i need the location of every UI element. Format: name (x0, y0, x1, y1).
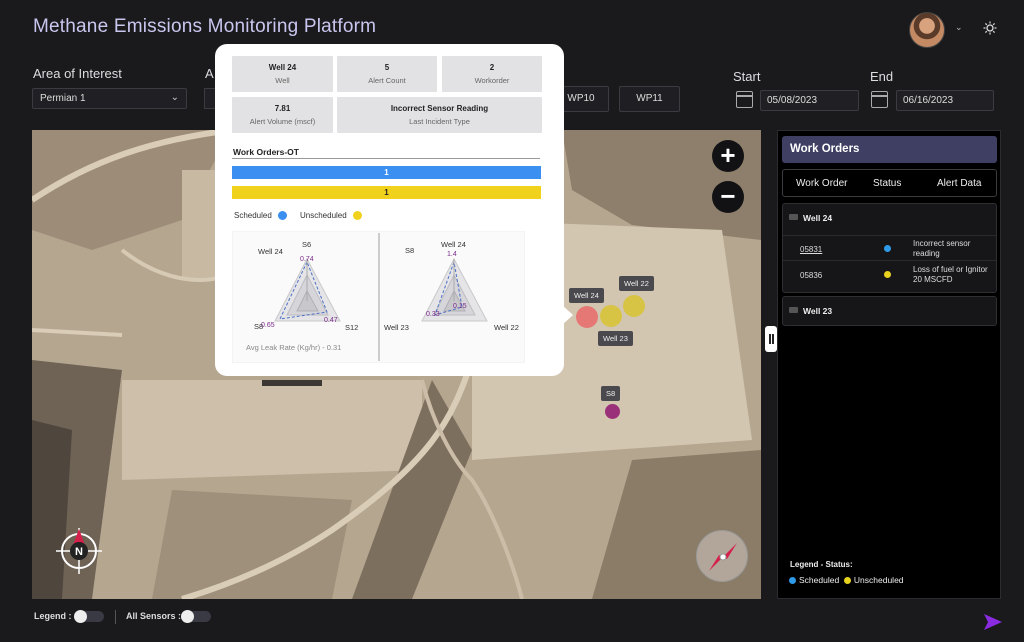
all-sensors-toggle[interactable] (181, 610, 211, 623)
expand-toggle-icon (789, 307, 798, 313)
compass-icon[interactable]: N (53, 525, 105, 577)
chevron-down-icon: ⌄ (170, 92, 179, 103)
unscheduled-dot-icon (843, 577, 851, 584)
panel-collapse-handle[interactable] (765, 326, 777, 352)
compass-letter: N (75, 546, 83, 558)
radar-right-value-well23: 0.33 (426, 311, 440, 318)
calendar-icon[interactable] (871, 91, 888, 108)
popup-pointer (562, 305, 573, 325)
scheduled-dot-icon (789, 577, 796, 584)
divider (232, 158, 540, 159)
table-row[interactable]: 05836 Loss of fuel or Ignitor 20 MSCFD (783, 262, 996, 288)
collapse-toggle-icon (789, 214, 798, 220)
work-orders-ot-title: Work Orders-OT (233, 147, 299, 157)
stat-well: Well 24 Well (232, 56, 333, 92)
unscheduled-bar[interactable]: 1 (232, 186, 541, 199)
radar-left-label-s6: S6 (302, 240, 312, 249)
s8-marker[interactable] (605, 404, 620, 419)
next-arrow-icon[interactable] (982, 611, 1004, 633)
stat-last-incident: Incorrect Sensor Reading Last Incident Ty… (337, 97, 542, 133)
well-24-marker[interactable] (576, 306, 598, 328)
map-tag-well-22: Well 22 (619, 276, 654, 291)
end-date-input[interactable]: 06/16/2023 (896, 90, 994, 111)
status-legend-title: Legend - Status: (790, 560, 853, 569)
radar-right-value-well22: 0.15 (453, 303, 467, 310)
start-date-label: Start (733, 69, 761, 84)
table-row[interactable]: 05831 Incorrect sensor reading (783, 235, 996, 261)
well-22-marker[interactable] (623, 295, 645, 317)
legend-toggle[interactable] (74, 610, 104, 623)
status-legend: Scheduled Unscheduled (789, 575, 904, 585)
radar-divider (378, 233, 380, 361)
stat-workorder: 2 Workorder (442, 56, 542, 92)
well-group-well-23[interactable]: Well 23 (782, 296, 997, 326)
area-of-interest-label: Area of Interest (33, 66, 122, 81)
divider (115, 610, 116, 624)
radar-left-value-s12: 0.47 (324, 317, 338, 324)
end-date-label: End (870, 69, 894, 84)
area-of-interest-select[interactable]: Permian 1 ⌄ (32, 88, 187, 109)
stat-alert-count: 5 Alert Count (337, 56, 437, 92)
all-sensors-toggle-label: All Sensors : (126, 611, 182, 621)
well-details-popup: Well 24 Well 5 Alert Count 2 Workorder 7.81… (215, 44, 564, 376)
alert-data: Incorrect sensor reading (913, 239, 971, 258)
column-status: Status (873, 178, 902, 189)
column-work-order: Work Order (796, 178, 848, 189)
work-order-number[interactable]: 05836 (800, 271, 822, 280)
map-tag-well-23: Well 23 (598, 331, 633, 346)
alert-data: Loss of fuel or Ignitor 20 MSCFD (913, 265, 988, 284)
calendar-icon[interactable] (736, 91, 753, 108)
zoom-out-button[interactable]: − (712, 181, 744, 213)
radar-right-label-s8: S8 (405, 246, 415, 255)
status-dot-icon (884, 245, 891, 252)
radar-left-label-s12: S12 (345, 323, 359, 332)
scheduled-dot-icon (277, 211, 287, 220)
stat-alert-volume: 7.81 Alert Volume (mscf) (232, 97, 333, 133)
map-tag-well-24: Well 24 (569, 288, 604, 303)
legend-toggle-label: Legend : (34, 611, 72, 621)
radar-left-value-s6: 0.74 (300, 256, 314, 263)
brightness-icon[interactable] (983, 21, 997, 35)
status-dot-icon (884, 271, 891, 278)
work-orders-table-header: Work Order Status Alert Data (782, 169, 997, 197)
chevron-down-icon[interactable]: ⌄ (955, 22, 963, 33)
zoom-in-button[interactable]: + (712, 140, 744, 172)
scheduled-bar[interactable]: 1 (232, 166, 541, 179)
well-group-header[interactable]: Well 23 (789, 306, 832, 316)
legend-scheduled: Scheduled (234, 211, 287, 220)
radar-right-label-well24: Well 24 (441, 240, 466, 249)
avg-leak-rate: Avg Leak Rate (Kg/hr) - 0.31 (246, 343, 342, 352)
wp11-button[interactable]: WP11 (619, 86, 680, 112)
well-group-well-24: Well 24 05831 Incorrect sensor reading 0… (782, 203, 997, 293)
work-orders-panel: Work Orders Work Order Status Alert Data… (777, 130, 1001, 599)
area-of-interest-value: Permian 1 (40, 93, 86, 104)
work-orders-title: Work Orders (782, 136, 997, 163)
secondary-filter-label: A (205, 66, 214, 81)
radar-right-label-well22: Well 22 (494, 323, 519, 332)
well-23-marker[interactable] (600, 305, 622, 327)
radar-left-label-well24: Well 24 (258, 247, 283, 256)
user-avatar[interactable] (909, 12, 945, 48)
work-order-link[interactable]: 05831 (800, 245, 822, 254)
start-date-input[interactable]: 05/08/2023 (760, 90, 859, 111)
well-group-header[interactable]: Well 24 (789, 213, 832, 223)
unscheduled-dot-icon (352, 211, 362, 220)
radar-right-label-well23: Well 23 (384, 323, 409, 332)
radar-left-value-s8: 0.65 (261, 322, 275, 329)
legend-unscheduled: Unscheduled (300, 211, 362, 220)
map-orientation-dial[interactable] (696, 530, 748, 582)
column-alert-data: Alert Data (937, 178, 982, 189)
app-title: Methane Emissions Monitoring Platform (33, 16, 377, 37)
radar-right-value-well24: 1.4 (447, 251, 457, 258)
map-tag-s8: S8 (601, 386, 621, 401)
